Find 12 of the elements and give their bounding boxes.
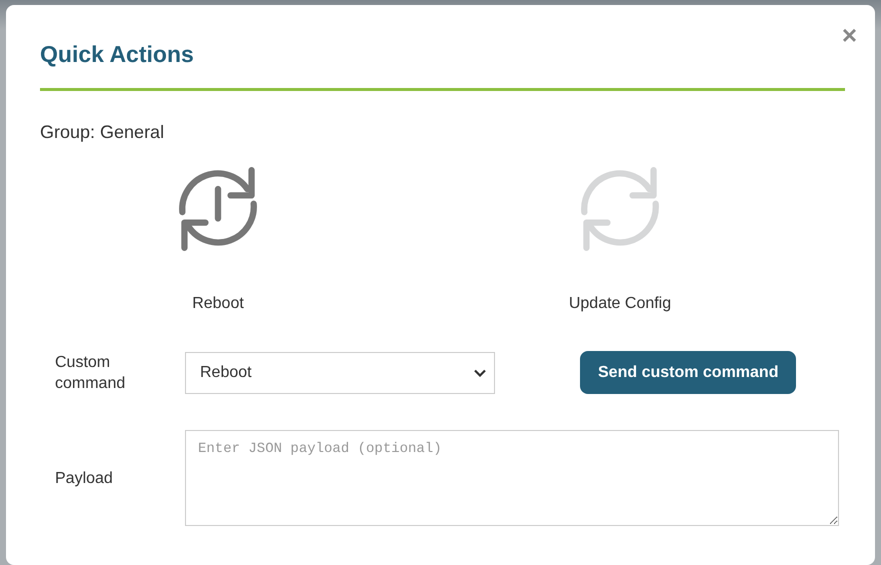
close-button[interactable]: × [842,23,857,47]
payload-field[interactable]: Enter JSON payload (optional) [185,430,839,526]
chevron-icon [474,368,486,376]
send-button[interactable]: Send custom command [580,351,796,394]
field-label: Custom command [55,352,126,394]
dialog-title: Quick Actions [40,40,195,69]
power-cycle-icon[interactable] [176,166,260,252]
field-label: Payload [55,468,114,488]
action-label: Reboot [192,294,244,314]
group-label: Group: General [40,121,166,143]
command-select[interactable]: Reboot [185,352,495,394]
action-label: Update Config [568,294,672,314]
